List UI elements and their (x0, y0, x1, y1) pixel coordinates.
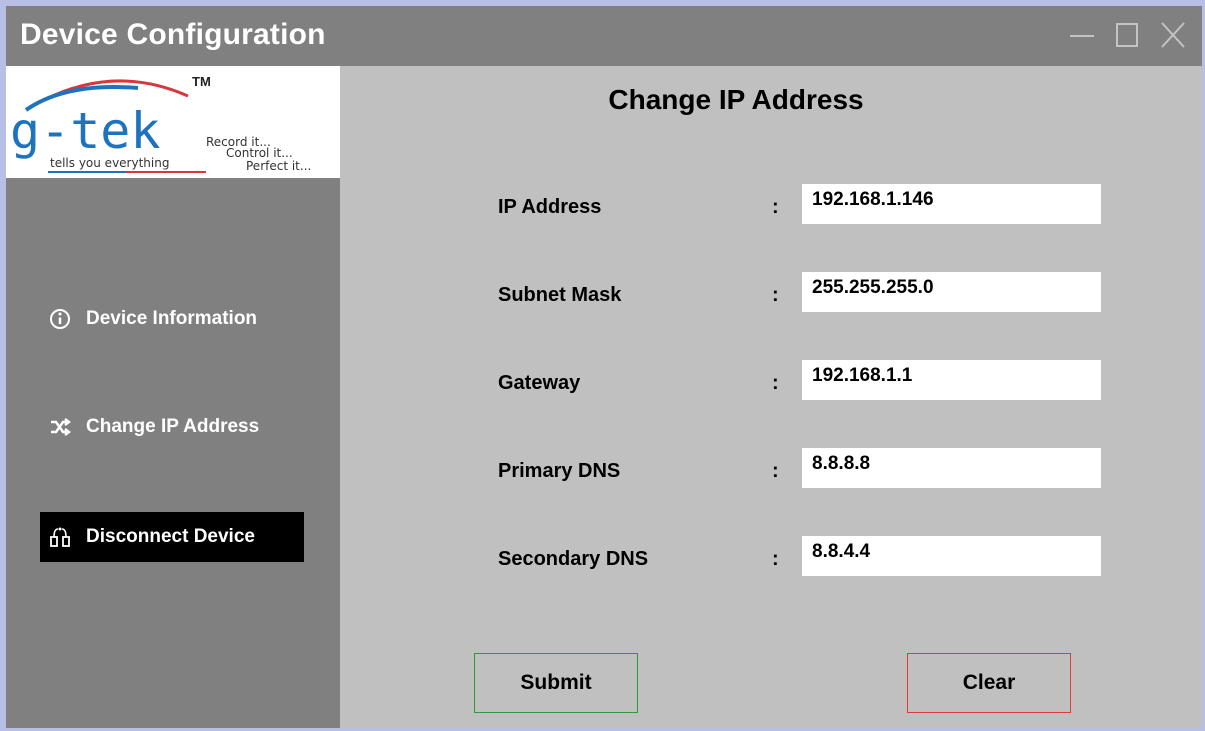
subnet-mask-colon: : (772, 284, 779, 306)
sidebar-item-disconnect-device[interactable]: Disconnect Device (40, 512, 304, 562)
gateway-colon: : (772, 372, 779, 394)
sidebar-item-label: Disconnect Device (86, 526, 255, 547)
close-icon (1161, 22, 1185, 48)
gateway-input[interactable] (802, 360, 1101, 400)
window-title: Device Configuration (20, 18, 326, 51)
device-configuration-window: Device Configuration g-tek TM Record it.… (6, 6, 1202, 728)
minimize-icon (1070, 35, 1094, 37)
submit-button[interactable]: Submit (474, 653, 638, 713)
close-button[interactable] (1156, 18, 1190, 52)
primary-dns-input[interactable] (802, 448, 1101, 488)
minimize-button[interactable] (1065, 18, 1099, 52)
secondary-dns-label: Secondary DNS (498, 548, 649, 570)
logo-tagline: tells you everything (50, 156, 169, 170)
secondary-dns-colon: : (772, 548, 779, 570)
main-content: Change IP Address IP Address : Subnet Ma… (340, 66, 1202, 728)
clear-button[interactable]: Clear (907, 653, 1071, 713)
ip-address-label: IP Address (498, 196, 602, 218)
sidebar-item-device-information[interactable]: Device Information (40, 294, 304, 344)
title-bar[interactable]: Device Configuration (6, 6, 1202, 66)
gtek-logo-image: g-tek TM Record it... Control it... Perf… (10, 74, 311, 173)
primary-dns-colon: : (772, 460, 779, 482)
primary-dns-label: Primary DNS (498, 460, 621, 482)
logo-brand-text: g-tek (10, 102, 161, 160)
logo-motto-3: Perfect it... (246, 159, 311, 173)
shuffle-icon (48, 415, 72, 439)
sidebar: g-tek TM Record it... Control it... Perf… (6, 66, 340, 728)
sidebar-item-label: Device Information (86, 308, 258, 329)
subnet-mask-label: Subnet Mask (498, 284, 622, 306)
sidebar-item-change-ip-address[interactable]: Change IP Address (40, 402, 304, 452)
disconnect-icon (48, 525, 72, 549)
maximize-button[interactable] (1110, 18, 1144, 52)
info-icon (48, 307, 72, 331)
subnet-mask-input[interactable] (802, 272, 1101, 312)
ip-address-input[interactable] (802, 184, 1101, 224)
gateway-label: Gateway (498, 372, 581, 394)
secondary-dns-input[interactable] (802, 536, 1101, 576)
gtek-logo: g-tek TM Record it... Control it... Perf… (6, 66, 340, 178)
page-title: Change IP Address (608, 84, 864, 115)
maximize-icon (1116, 23, 1138, 47)
ip-address-colon: : (772, 196, 779, 218)
logo-trademark: TM (192, 74, 211, 89)
logo-motto-2: Control it... (226, 146, 293, 160)
sidebar-item-label: Change IP Address (86, 416, 260, 437)
